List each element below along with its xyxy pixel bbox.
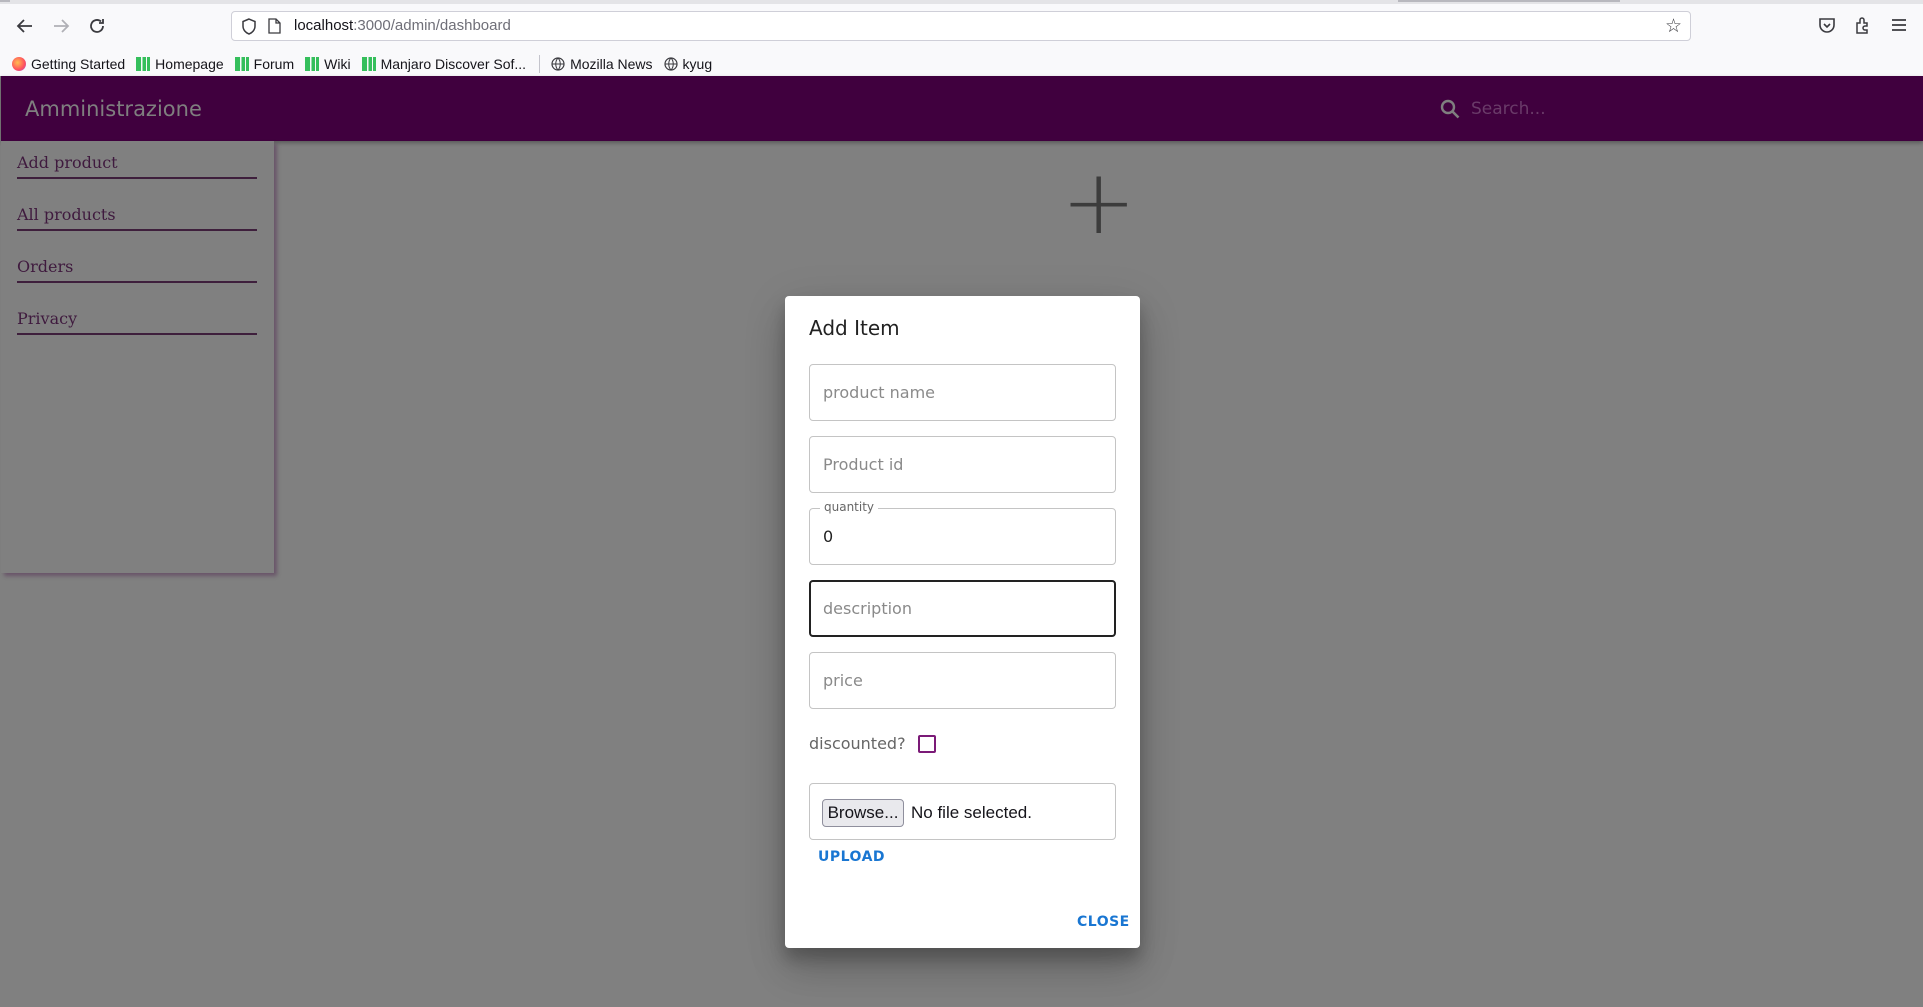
extensions-icon[interactable] (1851, 13, 1875, 37)
price-field[interactable] (809, 652, 1116, 709)
bookmark-label: Forum (253, 56, 295, 72)
quantity-field[interactable]: quantity (809, 500, 1116, 565)
sidebar-item-add-product[interactable]: Add product (17, 141, 257, 179)
bookmark-homepage[interactable]: Homepage (136, 56, 224, 72)
bookmarks-toolbar: Getting Started Homepage Forum Wiki Manj… (0, 52, 1923, 76)
firefox-icon (12, 57, 26, 71)
arrow-right-icon (54, 19, 70, 33)
reload-icon (90, 19, 104, 33)
pocket-icon[interactable] (1815, 13, 1839, 37)
sidebar-item-privacy[interactable]: Privacy (17, 297, 257, 335)
bookmark-mozilla-news[interactable]: Mozilla News (551, 56, 653, 72)
dialog-title: Add Item (809, 316, 900, 340)
globe-icon (663, 57, 678, 71)
address-bar[interactable]: localhost:3000/admin/dashboard ☆ (231, 11, 1691, 41)
product-name-input[interactable] (823, 365, 1103, 420)
file-status: No file selected. (911, 803, 1032, 822)
quantity-input[interactable] (823, 509, 1103, 564)
app-title: Amministrazione (25, 97, 202, 121)
menu-icon[interactable] (1887, 13, 1911, 37)
app-viewport: Amministrazione Add product All products… (1, 76, 1923, 1007)
bookmark-label: Homepage (155, 56, 224, 72)
search-input[interactable] (1471, 94, 1771, 124)
description-input[interactable] (823, 581, 1103, 636)
url-text[interactable]: localhost:3000/admin/dashboard (294, 17, 511, 34)
search-icon (1440, 99, 1460, 119)
bookmark-separator (539, 55, 541, 73)
bookmark-label: Wiki (324, 56, 351, 72)
manjaro-icon (136, 57, 151, 71)
discounted-label: discounted? (809, 734, 906, 753)
discounted-checkbox[interactable] (917, 734, 936, 753)
description-field[interactable] (809, 580, 1116, 637)
product-id-field[interactable] (809, 436, 1116, 493)
reload-button[interactable] (84, 13, 110, 39)
product-id-input[interactable] (823, 437, 1103, 492)
globe-icon (551, 57, 565, 71)
page-icon[interactable] (268, 18, 281, 34)
manjaro-icon (305, 57, 320, 71)
bookmark-manjaro-discover[interactable]: Manjaro Discover Sof... (361, 56, 527, 72)
browser-toolbar: localhost:3000/admin/dashboard ☆ (0, 0, 1923, 52)
sidebar-item-orders[interactable]: Orders (17, 245, 257, 283)
upload-button[interactable]: UPLOAD (818, 849, 885, 865)
manjaro-icon (234, 57, 249, 71)
add-item-dialog: Add Item quantity discounted? Browse... … (785, 296, 1140, 948)
bookmark-forum[interactable]: Forum (234, 56, 295, 72)
add-plus-icon[interactable]: + (1061, 158, 1136, 248)
discounted-row: discounted? (809, 734, 936, 753)
sidebar-item-all-products[interactable]: All products (17, 193, 257, 231)
bookmark-label: kyug (682, 56, 713, 72)
bookmark-label: Manjaro Discover Sof... (380, 56, 527, 72)
bookmark-wiki[interactable]: Wiki (305, 56, 351, 72)
bookmark-kyug[interactable]: kyug (663, 56, 713, 72)
price-input[interactable] (823, 653, 1103, 708)
product-name-field[interactable] (809, 364, 1116, 421)
close-button[interactable]: CLOSE (1077, 914, 1130, 930)
bookmark-star-icon[interactable]: ☆ (1665, 15, 1682, 37)
shield-icon[interactable] (241, 18, 257, 35)
manjaro-icon (361, 57, 376, 71)
back-button[interactable] (12, 13, 38, 39)
forward-button[interactable] (48, 13, 74, 39)
browse-button[interactable]: Browse... (822, 799, 904, 827)
file-upload-field: Browse... No file selected. (809, 783, 1116, 840)
arrow-left-icon (16, 19, 32, 33)
tab-strip (0, 0, 1923, 4)
sidebar: Add product All products Orders Privacy (1, 141, 274, 573)
url-path: :3000/admin/dashboard (353, 17, 511, 34)
app-header: Amministrazione (1, 76, 1923, 141)
bookmark-getting-started[interactable]: Getting Started (12, 56, 125, 72)
bookmark-label: Mozilla News (570, 56, 653, 72)
url-host: localhost (294, 17, 354, 34)
bookmark-label: Getting Started (31, 56, 126, 72)
